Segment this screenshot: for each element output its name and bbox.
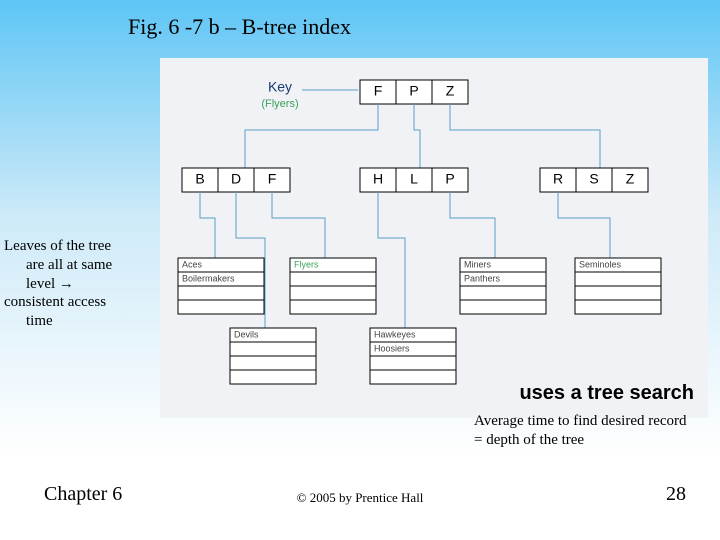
svg-text:S: S — [589, 171, 598, 187]
leaf-2: Devils — [230, 328, 316, 384]
figure-title: Fig. 6 -7 b – B-tree index — [128, 14, 351, 40]
svg-text:D: D — [231, 171, 241, 187]
leaf-4: Hawkeyes Hoosiers — [370, 328, 456, 384]
uses-tree-search: uses a tree search — [519, 382, 694, 405]
leaf-5: Miners Panthers — [460, 258, 546, 314]
svg-text:Hawkeyes: Hawkeyes — [374, 329, 416, 339]
svg-text:Miners: Miners — [464, 259, 492, 269]
key-example: (Flyers) — [261, 98, 298, 110]
leaf-1: Aces Boilermakers — [178, 258, 264, 314]
svg-text:R: R — [553, 171, 563, 187]
svg-text:P: P — [445, 171, 454, 187]
leaf-6: Seminoles — [575, 258, 661, 314]
svg-text:H: H — [373, 171, 383, 187]
svg-text:F: F — [268, 171, 277, 187]
root-node: F P Z — [360, 80, 468, 104]
svg-text:Flyers: Flyers — [294, 259, 319, 269]
svg-text:F: F — [374, 83, 383, 99]
svg-text:Devils: Devils — [234, 329, 259, 339]
svg-text:P: P — [409, 83, 418, 99]
mid-left: B D F — [182, 168, 290, 192]
copyright-text: © 2005 by Prentice Hall — [0, 490, 720, 506]
svg-text:Hoosiers: Hoosiers — [374, 343, 410, 353]
average-time-note: Average time to find desired record = de… — [474, 412, 694, 450]
svg-text:Panthers: Panthers — [464, 273, 501, 283]
svg-text:Seminoles: Seminoles — [579, 259, 622, 269]
mid-right: R S Z — [540, 168, 648, 192]
side-note: Leaves of the tree are all at same level… — [4, 237, 152, 331]
svg-text:Z: Z — [446, 83, 455, 99]
key-label: Key — [268, 79, 292, 95]
mid-center: H L P — [360, 168, 468, 192]
leaf-3: Flyers — [290, 258, 376, 314]
btree-diagram: .bx{fill:#fff;stroke:#000;stroke-width:1… — [160, 58, 708, 418]
svg-text:B: B — [195, 171, 204, 187]
svg-text:Z: Z — [626, 171, 635, 187]
svg-text:Boilermakers: Boilermakers — [182, 273, 235, 283]
svg-text:Aces: Aces — [182, 259, 203, 269]
page-number: 28 — [666, 483, 686, 506]
svg-text:L: L — [410, 171, 418, 187]
